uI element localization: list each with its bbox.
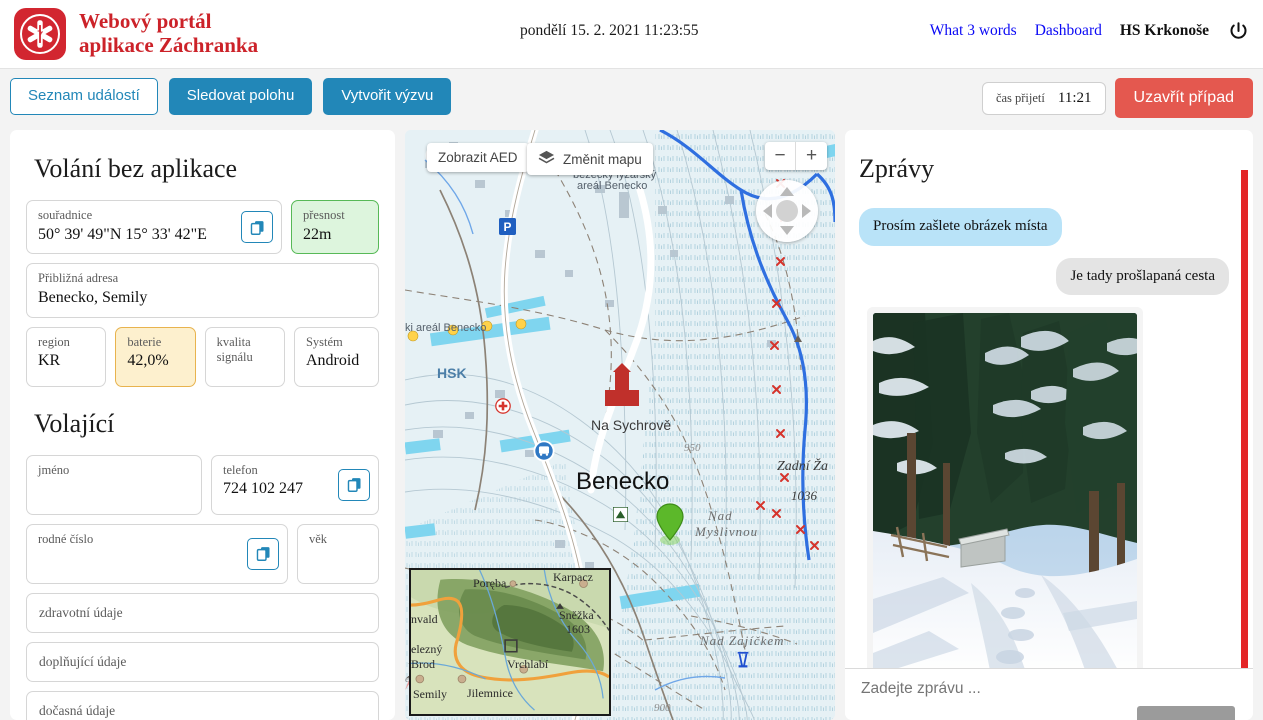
brand: Webový portál aplikace Záchranka: [14, 8, 258, 60]
message-row-incoming: Prosím zašlete obrázek místa: [859, 208, 1229, 246]
approx-address-label: Přibližná adresa: [38, 271, 119, 286]
minimap[interactable]: Poręba Karpacz Sněžka 1603 nvald elezný Brod Vr…: [409, 568, 611, 716]
message-bubble-incoming: Prosím zašlete obrázek místa: [859, 208, 1062, 246]
approx-address-value: Benecko, Semily: [38, 289, 148, 307]
accuracy-value: 22m: [303, 225, 332, 243]
approx-address-field: Přibližná adresa Benecko, Semily: [26, 263, 379, 318]
caller-age-field[interactable]: věk: [297, 523, 379, 584]
action-toolbar: Seznam událostí Sledovat polohu Vytvořit…: [0, 68, 1263, 124]
brand-title: Webový portál aplikace Záchranka: [79, 10, 258, 57]
accept-time-label: čas přijetí: [995, 90, 1045, 105]
minimap-label: Sněžka: [559, 608, 594, 622]
message-row-image: [859, 307, 1229, 668]
messages-title: Zprávy: [859, 154, 935, 183]
coords-row: souřadnice 50° 39' 49"N 15° 33' 42"E pře…: [26, 200, 379, 255]
messages-panel: Zprávy Prosím zašlete obrázek místa Je t…: [845, 130, 1253, 720]
map-zoom-control[interactable]: − +: [765, 142, 827, 170]
panel-title-call: Volání bez aplikace: [34, 154, 238, 183]
minimap-label: Jilemnice: [467, 686, 513, 700]
toolbar-right-group: čas přijetí 11:21 Uzavřít případ: [981, 78, 1253, 118]
copy-birth-number-icon[interactable]: [247, 537, 279, 570]
header-actions: What 3 words Dashboard HS Krkonoše: [930, 20, 1249, 42]
accept-time-value: 11:21: [1057, 89, 1092, 106]
minimap-label: nvald: [411, 612, 438, 626]
zoom-out-button[interactable]: −: [765, 142, 796, 170]
app-header: Webový portál aplikace Záchranka pondělí…: [0, 0, 1263, 68]
message-list: Prosím zašlete obrázek místa Je tady pro…: [845, 208, 1253, 668]
coordinates-value: 50° 39' 49"N 15° 33' 42"E: [38, 225, 207, 243]
power-icon[interactable]: [1227, 20, 1249, 42]
coordinates-label: souřadnice: [38, 208, 93, 222]
zoom-in-button[interactable]: +: [796, 142, 827, 170]
coordinates-field: souřadnice 50° 39' 49"N 15° 33' 42"E: [26, 200, 282, 255]
track-position-button[interactable]: Sledovat polohu: [168, 78, 313, 115]
caller-row-1: jméno telefon 724 102 247: [26, 454, 379, 515]
caller-name-label: jméno: [38, 462, 70, 477]
current-datetime: pondělí 15. 2. 2021 11:23:55: [520, 22, 699, 39]
copy-phone-icon[interactable]: [338, 468, 370, 501]
system-value: Android: [305, 352, 360, 370]
signal-quality-label: kvalita signálu: [216, 334, 253, 365]
minimap-label: Brod: [411, 657, 435, 671]
map-panel[interactable]: P běžecký lyžařský areál Benecko HSK ki …: [405, 130, 835, 720]
current-user-label: HS Krkonoše: [1119, 22, 1209, 39]
battery-field: baterie 42,0%: [115, 326, 196, 387]
messages-scrollbar[interactable]: [1241, 170, 1248, 704]
region-value: KR: [38, 352, 61, 370]
battery-label: baterie: [127, 334, 162, 349]
change-map-button[interactable]: Změnit mapu: [527, 143, 653, 175]
star-of-life-glyph: [27, 20, 53, 48]
pan-control-icon[interactable]: [756, 180, 818, 242]
minimap-label: Vrchlabí: [507, 657, 549, 671]
additional-info-field[interactable]: doplňující údaje: [26, 641, 379, 682]
layers-icon: [538, 150, 555, 168]
system-field: Systém Android: [293, 326, 380, 387]
minimap-label: Semily: [413, 687, 448, 701]
caller-phone-field: telefon 724 102 247: [211, 454, 379, 515]
events-list-button[interactable]: Seznam událostí: [10, 78, 158, 115]
medical-info-field[interactable]: zdravotní údaje: [26, 592, 379, 633]
accuracy-field: přesnost 22m: [291, 200, 379, 255]
caller-row-2: rodné číslo věk: [26, 523, 379, 584]
message-row-outgoing: Je tady prošlapaná cesta: [859, 257, 1229, 295]
region-field: region KR: [26, 326, 107, 387]
create-challenge-button[interactable]: Vytvořit výzvu: [323, 78, 452, 115]
minimap-label: 1603: [566, 622, 590, 636]
brand-title-line2: aplikace Záchranka: [79, 33, 259, 57]
message-bubble-outgoing: Je tady prošlapaná cesta: [1056, 257, 1229, 295]
birth-number-field: rodné číslo: [26, 523, 288, 584]
main-content: Volání bez aplikace souřadnice 50° 39' 4…: [0, 124, 1263, 720]
map-view[interactable]: P běžecký lyžařský areál Benecko HSK ki …: [405, 130, 835, 720]
what3words-link[interactable]: What 3 words: [930, 22, 1017, 40]
message-input[interactable]: [859, 679, 1080, 699]
device-stats-row: region KR baterie 42,0% kvalita signálu …: [26, 326, 380, 387]
star-of-life-icon: [14, 8, 66, 60]
caller-age-label: věk: [309, 531, 328, 546]
minimap-label: Poręba: [473, 576, 507, 590]
snowy-forest-path-photo[interactable]: [873, 313, 1137, 668]
caller-name-field[interactable]: jméno: [26, 454, 202, 515]
region-label: region: [38, 334, 70, 349]
send-message-button[interactable]: [1137, 706, 1235, 720]
copy-coordinates-icon[interactable]: [241, 211, 273, 244]
accuracy-label: přesnost: [303, 208, 345, 222]
accept-time-display: čas přijetí 11:21: [981, 81, 1106, 115]
show-aed-button[interactable]: Zobrazit AED: [427, 143, 529, 172]
brand-title-line1: Webový portál: [79, 9, 212, 34]
show-aed-label: Zobrazit AED: [438, 150, 518, 165]
message-input-bar: [845, 668, 1253, 720]
temporary-info-field[interactable]: dočasná údaje: [26, 690, 379, 720]
minimap-label: Karpacz: [553, 570, 593, 584]
minimap-label: elezný: [411, 642, 443, 656]
battery-value: 42,0%: [127, 352, 169, 370]
birth-number-label: rodné číslo: [38, 531, 94, 546]
call-details-panel: Volání bez aplikace souřadnice 50° 39' 4…: [10, 130, 395, 720]
signal-quality-field: kvalita signálu: [204, 326, 285, 387]
panel-title-caller: Volající: [34, 408, 115, 438]
dashboard-link[interactable]: Dashboard: [1035, 22, 1102, 40]
system-label: Systém: [305, 334, 343, 349]
close-case-button[interactable]: Uzavřít případ: [1114, 78, 1253, 118]
message-photo-attachment[interactable]: [867, 307, 1143, 668]
change-map-label: Změnit mapu: [563, 151, 642, 167]
